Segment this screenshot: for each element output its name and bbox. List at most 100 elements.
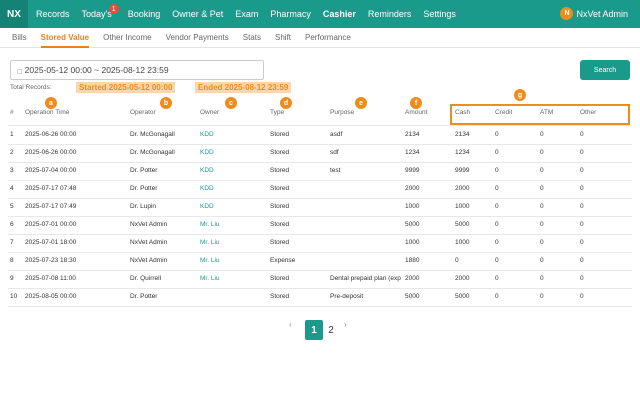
- cell-cash: 0: [455, 257, 459, 264]
- cell-owner[interactable]: KDD: [200, 167, 270, 174]
- column-header-operator: Operator: [130, 109, 156, 116]
- column-header-id: #: [10, 109, 14, 116]
- column-header-other: Other: [580, 109, 597, 116]
- tab-stats[interactable]: Stats: [243, 28, 261, 48]
- tab-vendor-payments[interactable]: Vendor Payments: [166, 28, 229, 48]
- cell-other: 0: [580, 293, 584, 300]
- cell-time: 2025-07-01 00:00: [25, 221, 77, 228]
- tab-other-income[interactable]: Other Income: [103, 28, 151, 48]
- cell-credit: 0: [495, 239, 499, 246]
- search-button[interactable]: Search: [580, 60, 630, 80]
- nav-item-owner-pet[interactable]: Owner & Pet: [172, 9, 223, 19]
- cell-time: 2025-07-23 18:30: [25, 257, 77, 264]
- cell-operator: NxVet Admin: [130, 257, 168, 264]
- cell-cash: 1000: [455, 203, 470, 210]
- page-button-1[interactable]: 1: [305, 320, 323, 340]
- annotation-marker-g: g: [514, 89, 526, 101]
- cell-credit: 0: [495, 131, 499, 138]
- nav-item-booking[interactable]: Booking: [128, 9, 161, 19]
- cell-credit: 0: [495, 275, 499, 282]
- cell-atm: 0: [540, 131, 544, 138]
- row-divider: [8, 270, 632, 271]
- cell-amount: 1000: [405, 239, 420, 246]
- cell-cash: 2134: [455, 131, 470, 138]
- cell-credit: 0: [495, 167, 499, 174]
- cell-time: 2025-06-26 00:00: [25, 131, 77, 138]
- nav-item-todays[interactable]: Today's 1: [82, 4, 119, 19]
- top-nav: NX Records Today's 1 Booking Owner & Pet …: [0, 0, 640, 28]
- column-header-credit: Credit: [495, 109, 513, 116]
- tab-shift[interactable]: Shift: [275, 28, 291, 48]
- cell-id: 2: [10, 149, 14, 156]
- cell-amount: 5000: [405, 293, 420, 300]
- prev-page-button[interactable]: ‹: [289, 320, 292, 329]
- cell-time: 2025-07-01 18:00: [25, 239, 77, 246]
- user-name: NxVet Admin: [576, 8, 628, 19]
- nav-item-records[interactable]: Records: [36, 9, 70, 19]
- cell-other: 0: [580, 131, 584, 138]
- nav-item-cashier[interactable]: Cashier: [323, 9, 356, 19]
- brand-logo[interactable]: NX: [0, 0, 28, 28]
- cell-id: 1: [10, 131, 14, 138]
- cell-owner[interactable]: Mr. Liu: [200, 257, 270, 264]
- cell-other: 0: [580, 185, 584, 192]
- cell-operator: Dr. Quirrell: [130, 275, 162, 282]
- user-menu[interactable]: N NxVet Admin: [560, 7, 628, 20]
- cell-owner[interactable]: KDD: [200, 203, 270, 210]
- tab-bills[interactable]: Bills: [12, 28, 27, 48]
- row-divider: [8, 252, 632, 253]
- cell-type: Stored: [270, 149, 290, 156]
- column-header-amount: Amount: [405, 109, 428, 116]
- cell-type: Stored: [270, 221, 290, 228]
- cell-owner[interactable]: Mr. Liu: [200, 239, 270, 246]
- cell-owner[interactable]: KDD: [200, 149, 270, 156]
- cell-owner[interactable]: Mr. Liu: [200, 221, 270, 228]
- column-header-type: Type: [270, 109, 285, 116]
- notification-badge: 1: [108, 4, 119, 14]
- tab-stored-value[interactable]: Stored Value: [40, 28, 90, 48]
- cell-owner[interactable]: KDD: [200, 185, 270, 192]
- cell-operator: NxVet Admin: [130, 239, 168, 246]
- cell-owner[interactable]: Mr. Liu: [200, 275, 270, 282]
- cell-time: 2025-07-17 07:49: [25, 203, 77, 210]
- cell-cash: 9999: [455, 167, 470, 174]
- cell-cash: 2000: [455, 275, 470, 282]
- cell-type: Stored: [270, 131, 290, 138]
- cell-atm: 0: [540, 275, 544, 282]
- cell-cash: 1234: [455, 149, 470, 156]
- cell-amount: 2000: [405, 275, 420, 282]
- nav-item-reminders[interactable]: Reminders: [368, 9, 412, 19]
- nav-item-exam[interactable]: Exam: [235, 9, 258, 19]
- cell-id: 3: [10, 167, 14, 174]
- cell-cash: 1000: [455, 239, 470, 246]
- date-range-value: 2025-05-12 00:00 ~ 2025-08-12 23:59: [24, 65, 169, 75]
- cell-atm: 0: [540, 149, 544, 156]
- cell-purpose: asdf: [330, 131, 343, 138]
- cell-time: 2025-07-17 07:48: [25, 185, 77, 192]
- cell-time: 2025-06-26 00:00: [25, 149, 77, 156]
- cell-other: 0: [580, 203, 584, 210]
- cell-operator: Dr. Potter: [130, 167, 158, 174]
- page-button-2[interactable]: 2: [322, 320, 340, 340]
- cell-id: 8: [10, 257, 14, 264]
- cell-other: 0: [580, 239, 584, 246]
- cell-other: 0: [580, 221, 584, 228]
- next-page-button[interactable]: ›: [344, 320, 347, 329]
- cell-owner[interactable]: KDD: [200, 131, 270, 138]
- nav-item-settings[interactable]: Settings: [423, 9, 456, 19]
- date-range-input[interactable]: ▢ 2025-05-12 00:00 ~ 2025-08-12 23:59: [10, 60, 264, 80]
- column-header-atm: ATM: [540, 109, 554, 116]
- column-header-time: Operation Time: [25, 109, 70, 116]
- nav-item-pharmacy[interactable]: Pharmacy: [270, 9, 311, 19]
- cell-cash: 5000: [455, 221, 470, 228]
- tab-performance[interactable]: Performance: [305, 28, 351, 48]
- cell-cash: 5000: [455, 293, 470, 300]
- cell-type: Stored: [270, 167, 290, 174]
- cell-operator: Dr. McGonagall: [130, 131, 175, 138]
- cell-operator: Dr. Lupin: [130, 203, 157, 210]
- cell-time: 2025-07-04 00:00: [25, 167, 77, 174]
- column-header-owner: Owner: [200, 109, 220, 116]
- cell-atm: 0: [540, 185, 544, 192]
- cell-amount: 2134: [405, 131, 420, 138]
- avatar: N: [560, 7, 574, 20]
